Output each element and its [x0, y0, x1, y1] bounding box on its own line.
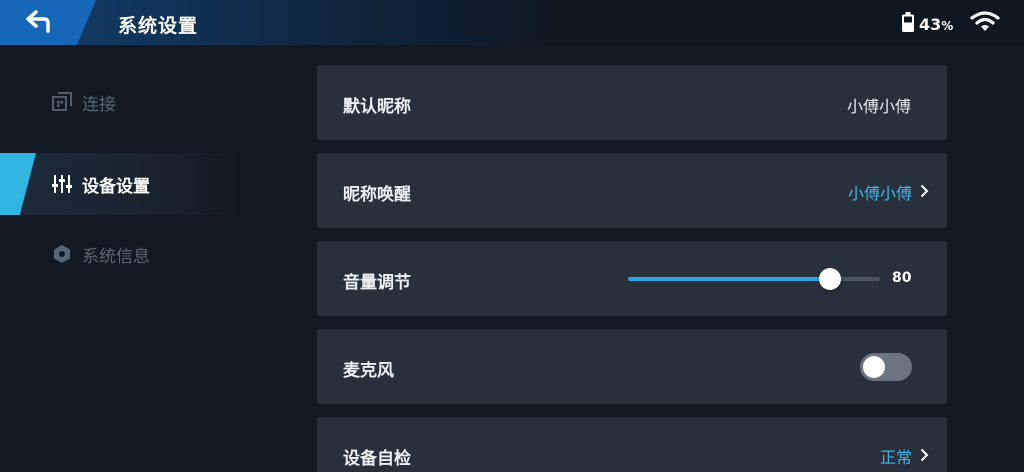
- volume-slider[interactable]: [628, 268, 880, 290]
- page-title: 系统设置: [118, 15, 199, 37]
- chevron-right-icon: [920, 183, 929, 202]
- wake-word-link[interactable]: 小傅小傅: [848, 180, 929, 204]
- nickname-value: 小傅小傅: [846, 97, 911, 116]
- setting-row-self-check[interactable]: 设备自检 正常: [317, 417, 947, 472]
- setting-row-microphone: 麦克风: [317, 329, 947, 404]
- back-arrow-icon: [26, 9, 54, 37]
- setting-label: 音量调节: [343, 273, 411, 293]
- sidebar-item-connection[interactable]: 连接: [0, 71, 240, 133]
- chevron-right-icon: [920, 447, 929, 466]
- volume-slider-fill: [628, 277, 830, 281]
- battery-status: 43%: [902, 12, 953, 36]
- wifi-icon: [970, 11, 1000, 37]
- volume-value: 80: [892, 270, 912, 286]
- sidebar-item-label: 设备设置: [82, 176, 150, 197]
- self-check-value: 正常: [879, 448, 912, 467]
- battery-icon: [902, 12, 914, 36]
- sidebar-item-label: 连接: [82, 94, 116, 115]
- microphone-toggle[interactable]: [860, 353, 912, 381]
- sliders-icon: [52, 174, 72, 194]
- setting-row-wake-word[interactable]: 昵称唤醒 小傅小傅: [317, 153, 947, 228]
- toggle-knob: [863, 356, 885, 378]
- battery-unit: %: [941, 18, 954, 33]
- self-check-link[interactable]: 正常: [880, 444, 929, 468]
- setting-row-volume: 音量调节 80: [317, 241, 947, 316]
- connection-icon: [52, 92, 72, 112]
- sidebar: 连接 设备设置 系统信息: [0, 45, 300, 472]
- sidebar-item-device-settings[interactable]: 设备设置: [0, 153, 240, 215]
- setting-label: 麦克风: [343, 361, 394, 381]
- sidebar-item-system-info[interactable]: 系统信息: [0, 223, 240, 285]
- volume-slider-thumb[interactable]: [818, 268, 841, 290]
- sidebar-item-label: 系统信息: [82, 246, 150, 267]
- setting-label: 设备自检: [343, 449, 411, 469]
- setting-row-default-nickname: 默认昵称 小傅小傅: [317, 65, 947, 140]
- setting-label: 默认昵称: [343, 97, 411, 117]
- setting-label: 昵称唤醒: [343, 185, 411, 205]
- top-bar: 系统设置 43%: [0, 0, 1024, 45]
- hexagon-info-icon: [52, 244, 72, 264]
- battery-percent: 43: [919, 14, 942, 34]
- wake-word-value: 小傅小傅: [847, 184, 912, 203]
